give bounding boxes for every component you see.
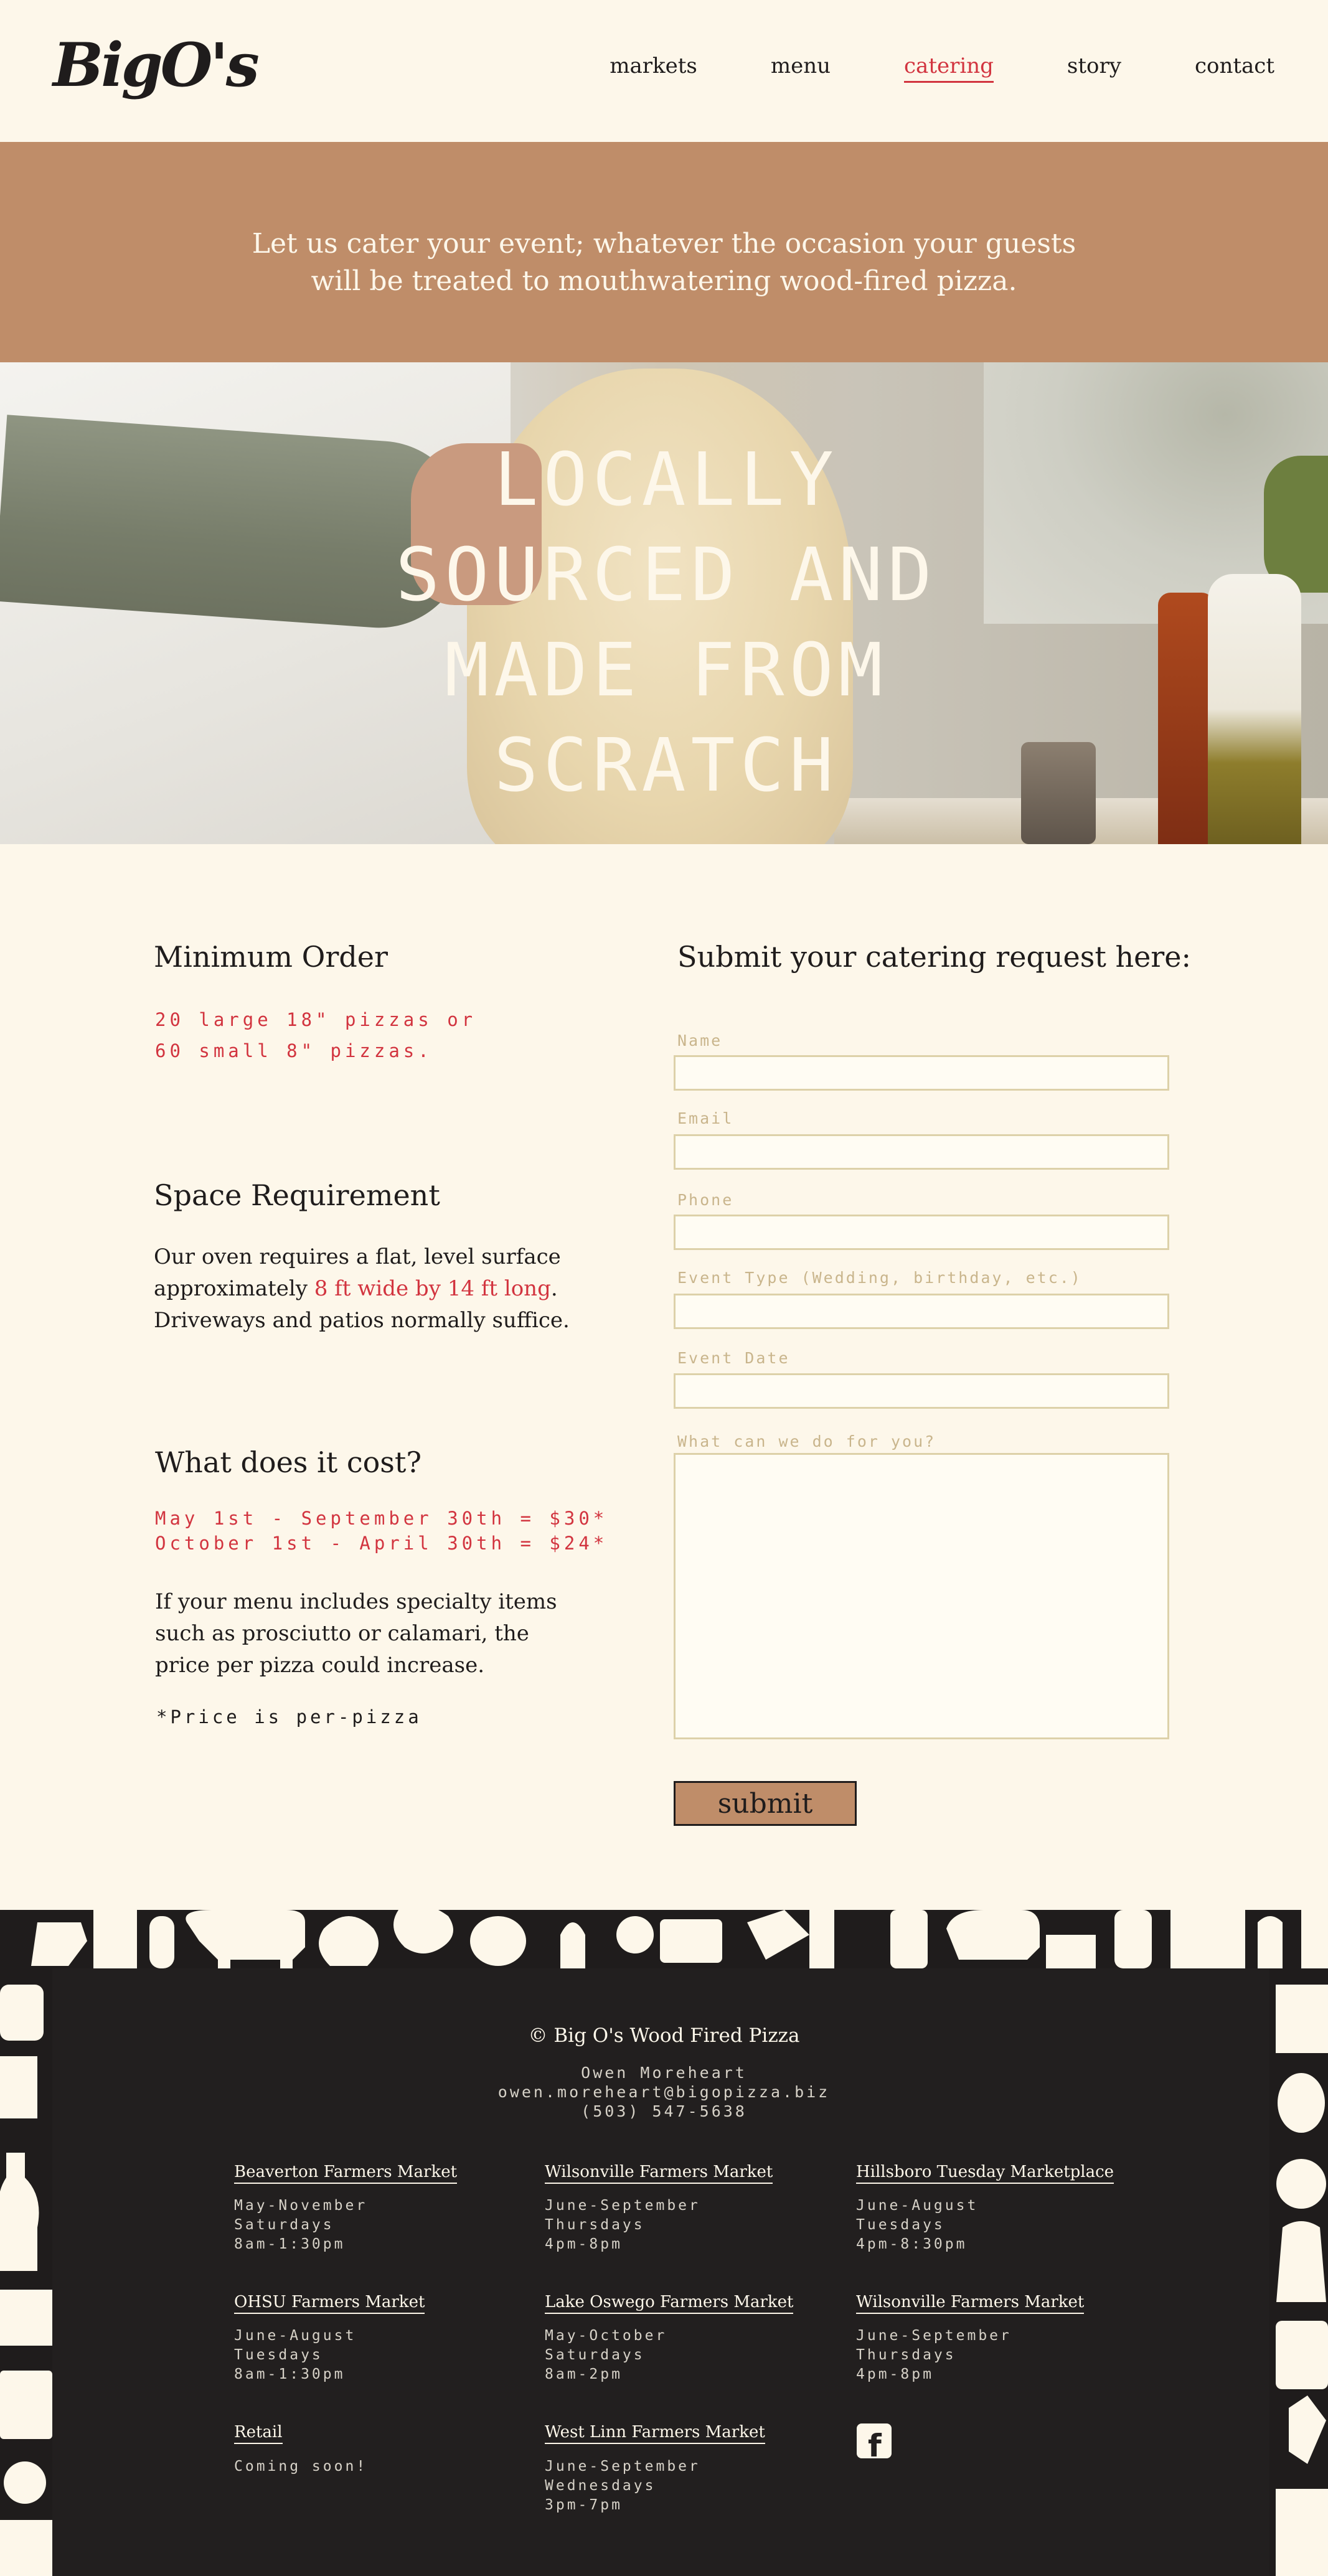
market-day: Saturdays [234,2217,334,2233]
site-header: BigO's markets menu catering story conta… [0,0,1328,146]
nav-menu[interactable]: menu [771,54,831,83]
phone-label: Phone [677,1191,734,1209]
space-line-2: approximately 8 ft wide by 14 ft long. [154,1273,570,1305]
hero-title-line: MADE FROM [445,627,888,713]
space-requirement-heading: Space Requirement [154,1178,440,1212]
market-months: June-August [856,2198,979,2214]
cost-description: If your menu includes specialty items su… [155,1586,557,1681]
market-months: May-November [234,2198,368,2214]
cost-line-2: such as prosciutto or calamari, the [155,1621,529,1646]
retail-name[interactable]: Retail [234,2423,283,2444]
market-day: Wednesdays [545,2478,656,2494]
cost-line-1: If your menu includes specialty items [155,1589,557,1614]
retail-status: Coming soon! [234,2458,368,2475]
message-field[interactable] [674,1453,1169,1739]
minimum-order-line-2: 60 small 8" pizzas. [155,1040,433,1061]
market-name[interactable]: Beaverton Farmers Market [234,2163,458,2184]
market-hours: 8am-2pm [545,2366,623,2382]
market-day: Tuesdays [234,2347,323,2363]
nav-markets[interactable]: markets [610,54,697,83]
nav-contact[interactable]: contact [1195,54,1274,83]
banner-line-2: will be treated to mouthwatering wood-fi… [311,265,1017,297]
market-day: Tuesdays [856,2217,945,2233]
footer-contact-email[interactable]: owen.moreheart@bigopizza.biz [0,2083,1328,2101]
cost-price-summer: May 1st - September 30th = $30* [155,1508,608,1529]
market-months: June-September [545,2198,700,2214]
space-dimensions: 8 ft wide by 14 ft long [314,1276,551,1301]
hero-title-line: LOCALLY [494,436,839,522]
market-months: May-October [545,2328,667,2344]
hero-squeeze-bottle [1208,574,1301,844]
market-hours: 8am-1:30pm [234,2366,346,2382]
market-name[interactable]: Wilsonville Farmers Market [856,2293,1085,2314]
space-line-3: Driveways and patios normally suffice. [154,1308,570,1333]
submit-button[interactable]: submit [674,1781,857,1826]
event-type-field[interactable] [674,1294,1169,1329]
market-hours: 4pm-8:30pm [856,2236,968,2252]
market-name[interactable]: Wilsonville Farmers Market [545,2163,773,2184]
event-type-label: Event Type (Wedding, birthday, etc.) [677,1269,1082,1287]
nav-catering[interactable]: catering [904,54,994,83]
market-name[interactable]: Hillsboro Tuesday Marketplace [856,2163,1114,2184]
market-months: June-September [856,2328,1012,2344]
hero-image: LOCALLY SOURCED AND MADE FROM SCRATCH [0,362,1328,844]
minimum-order-line-1: 20 large 18" pizzas or [155,1009,477,1030]
nav-story[interactable]: story [1067,54,1121,83]
footer-contact-name: Owen Moreheart [581,2064,747,2082]
main-nav: markets menu catering story contact [610,54,1274,83]
email-label: Email [677,1109,734,1127]
market-hours: 4pm-8pm [545,2236,623,2252]
hero-jar [1021,742,1096,844]
cost-line-3: price per pizza could increase. [155,1653,485,1678]
minimum-order-heading: Minimum Order [154,940,388,974]
market-name[interactable]: West Linn Farmers Market [545,2423,765,2444]
space-line-2-suffix: . [550,1276,558,1301]
hero-title-line: SCRATCH [494,722,839,808]
site-logo[interactable]: BigO's [53,30,260,100]
market-day: Saturdays [545,2347,645,2363]
market-name[interactable]: Lake Oswego Farmers Market [545,2293,794,2314]
form-heading: Submit your catering request here: [677,940,1192,974]
market-day: Thursdays [545,2217,645,2233]
market-hours: 3pm-7pm [545,2497,623,2513]
footer-panel [52,1968,1269,2576]
market-months: June-September [545,2458,700,2475]
name-field[interactable] [674,1055,1169,1091]
market-day: Thursdays [856,2347,956,2363]
hero-title: LOCALLY SOURCED AND MADE FROM SCRATCH [361,432,971,813]
cost-heading: What does it cost? [155,1445,422,1479]
footer-contact-phone[interactable]: (503) 547-5638 [0,2102,1328,2120]
banner-torn-edge [0,142,1328,151]
hero-bottle [1158,593,1214,844]
space-requirement-text: Our oven requires a flat, level surface … [154,1241,570,1337]
banner-text: Let us cater your event; whatever the oc… [0,225,1328,300]
name-label: Name [677,1032,723,1050]
cost-note: *Price is per-pizza [156,1706,422,1728]
space-line-2-prefix: approximately [154,1276,314,1301]
event-date-field[interactable] [674,1373,1169,1409]
event-date-label: Event Date [677,1349,790,1367]
space-line-1: Our oven requires a flat, level surface [154,1244,561,1269]
hero-foliage [1264,456,1328,593]
phone-field[interactable] [674,1215,1169,1250]
email-field[interactable] [674,1134,1169,1170]
site-footer [0,1910,1328,2576]
market-name[interactable]: OHSU Farmers Market [234,2293,425,2314]
footer-copyright: © Big O's Wood Fired Pizza [528,2024,800,2047]
market-hours: 4pm-8pm [856,2366,934,2382]
hero-title-line: SOURCED AND [395,532,937,618]
banner-line-1: Let us cater your event; whatever the oc… [252,228,1076,260]
market-hours: 8am-1:30pm [234,2236,346,2252]
market-months: June-August [234,2328,357,2344]
message-label: What can we do for you? [677,1432,936,1450]
cost-price-winter: October 1st - April 30th = $24* [155,1533,608,1554]
facebook-icon[interactable]: f [857,2423,892,2464]
